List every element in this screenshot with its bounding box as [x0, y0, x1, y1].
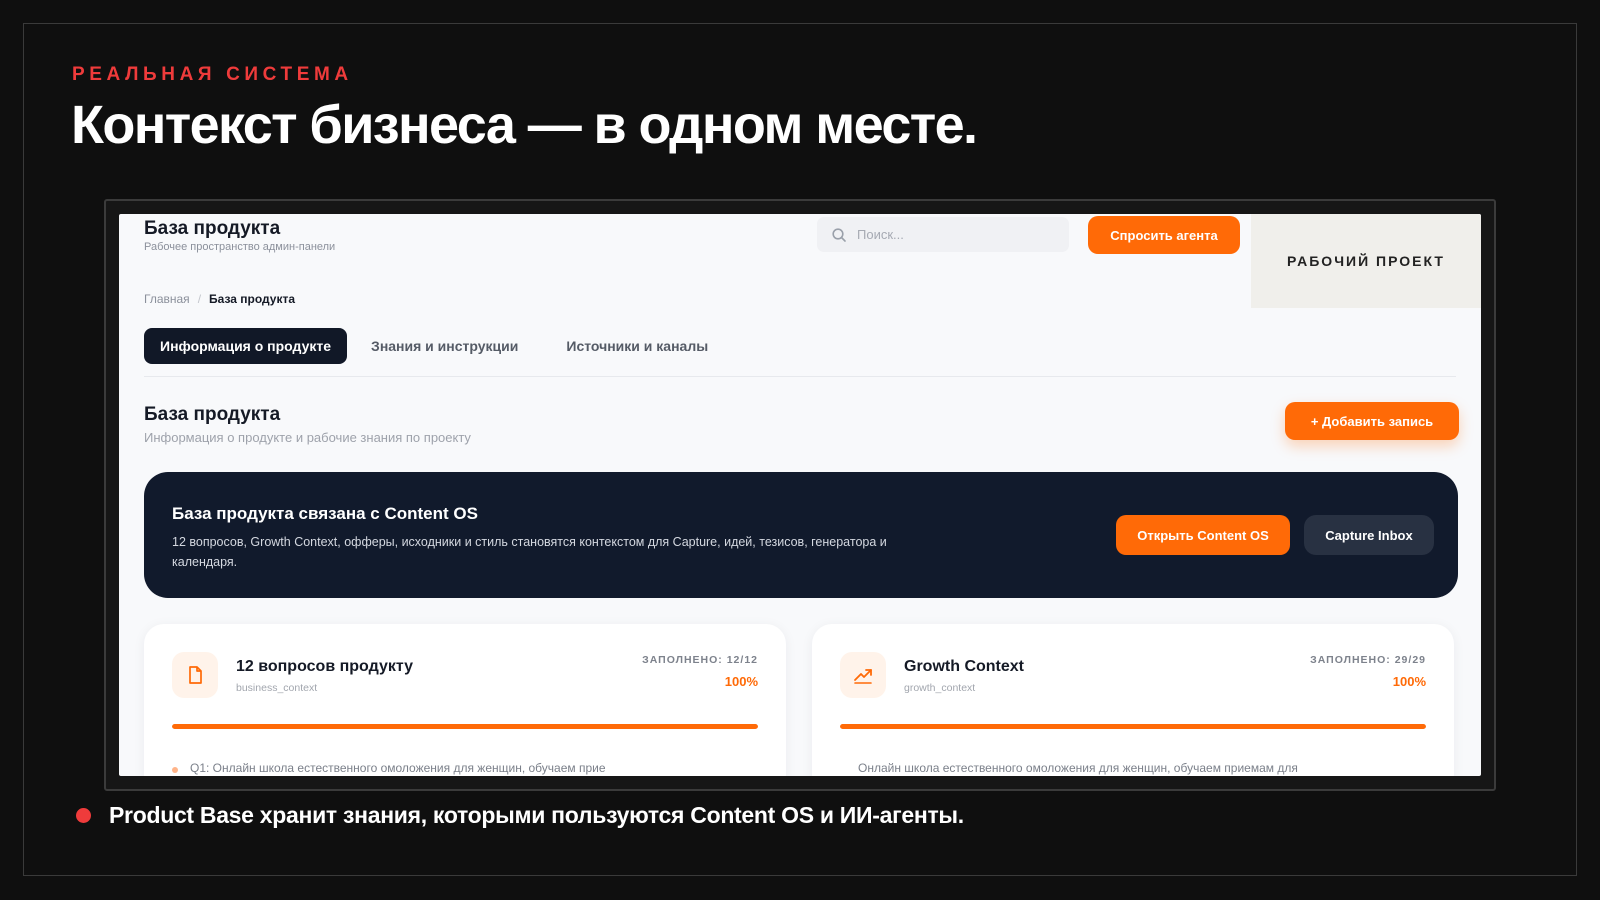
open-content-os-button[interactable]: Открыть Content OS: [1116, 515, 1290, 555]
tab-sources[interactable]: Источники и каналы: [542, 328, 732, 364]
search-input[interactable]: [857, 227, 1037, 242]
card-key: business_context: [236, 682, 318, 694]
section-subtitle: Информация о продукте и рабочие знания п…: [144, 430, 471, 445]
breadcrumb-home[interactable]: Главная: [144, 292, 190, 306]
slide-eyebrow: РЕАЛЬНАЯ СИСТЕМА: [72, 64, 353, 85]
document-icon: [172, 652, 218, 698]
app-window: База продукта Рабочее пространство админ…: [119, 214, 1481, 776]
banner-text: 12 вопросов, Growth Context, офферы, исх…: [172, 535, 887, 569]
card-percent: 100%: [1392, 674, 1426, 689]
card-preview: Онлайн школа естественного омоложения дл…: [858, 761, 1298, 775]
bullet-dot: [76, 808, 91, 823]
section-title: База продукта: [144, 404, 281, 425]
progress-fill: [172, 724, 758, 729]
banner-title: База продукта связана с Content OS: [172, 504, 478, 523]
app-title: База продукта: [144, 218, 281, 239]
list-bullet: [172, 767, 178, 773]
add-record-button[interactable]: + Добавить запись: [1285, 402, 1459, 440]
app-subtitle: Рабочее пространство админ-панели: [144, 241, 336, 253]
progress-bar: [840, 724, 1426, 729]
tab-bar: Информация о продукте Знания и инструкци…: [144, 328, 732, 364]
card-title: 12 вопросов продукту: [236, 658, 413, 675]
card-filled: ЗАПОЛНЕНО: 12/12: [642, 654, 758, 666]
project-label[interactable]: РАБОЧИЙ ПРОЕКТ: [1251, 214, 1481, 308]
bullet-text: Product Base хранит знания, которыми пол…: [109, 802, 964, 828]
tabs-divider: [144, 376, 1456, 377]
trending-up-icon: [840, 652, 886, 698]
card-product-questions[interactable]: 12 вопросов продукту business_context ЗА…: [144, 624, 786, 776]
breadcrumb: Главная / База продукта: [144, 292, 295, 306]
progress-fill: [840, 724, 1426, 729]
tab-knowledge[interactable]: Знания и инструкции: [347, 328, 542, 364]
slide-headline: Контекст бизнеса — в одном месте.: [71, 95, 978, 155]
ask-agent-button[interactable]: Спросить агента: [1088, 216, 1240, 254]
card-percent: 100%: [724, 674, 758, 689]
capture-inbox-button[interactable]: Capture Inbox: [1304, 515, 1434, 555]
content-os-banner: База продукта связана с Content OS 12 во…: [144, 472, 1458, 598]
search-icon: [832, 227, 846, 242]
progress-bar: [172, 724, 758, 729]
search-box[interactable]: [817, 217, 1069, 252]
breadcrumb-current: База продукта: [209, 292, 296, 306]
card-key: growth_context: [904, 682, 976, 694]
card-growth-context[interactable]: Growth Context growth_context ЗАПОЛНЕНО:…: [812, 624, 1454, 776]
tab-product-info[interactable]: Информация о продукте: [144, 328, 348, 364]
breadcrumb-separator: /: [197, 292, 202, 306]
card-filled: ЗАПОЛНЕНО: 29/29: [1310, 654, 1426, 666]
card-preview: Q1: Онлайн школа естественного омоложени…: [190, 761, 606, 775]
card-title: Growth Context: [904, 658, 1024, 675]
